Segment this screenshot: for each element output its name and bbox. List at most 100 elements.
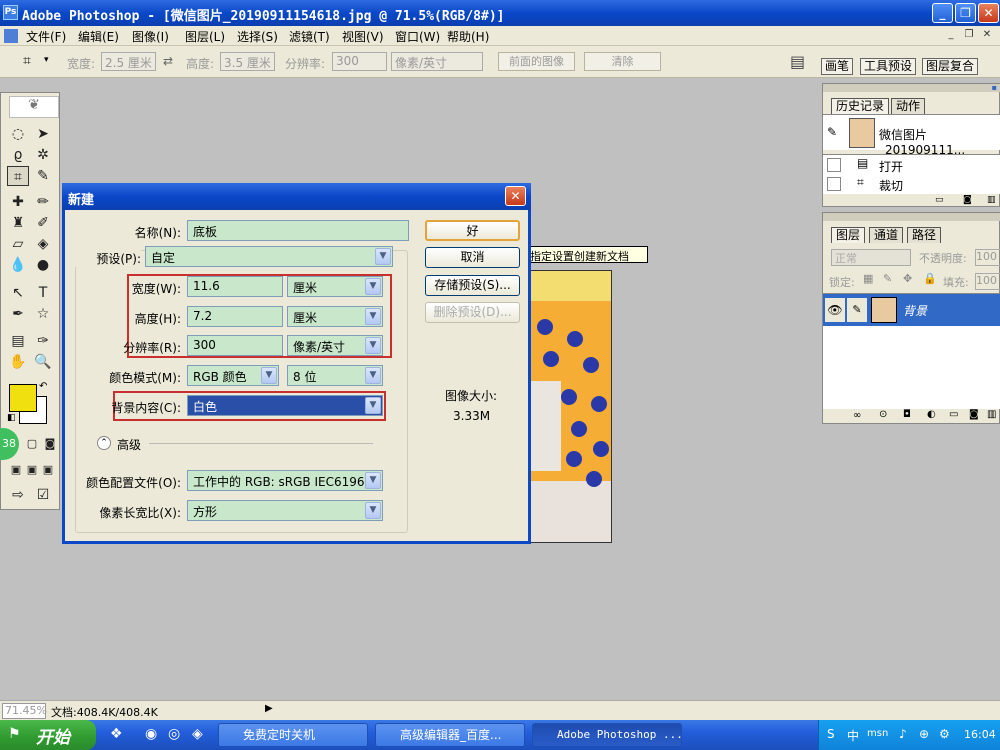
- menu-help[interactable]: 帮助(H): [447, 28, 489, 45]
- ime-icon[interactable]: S: [827, 727, 835, 741]
- status-menu-arrow-icon[interactable]: ▶: [265, 703, 273, 714]
- palette-well-brushes[interactable]: 画笔: [821, 58, 854, 75]
- cancel-button[interactable]: 取消: [425, 247, 520, 268]
- menu-filter[interactable]: 滤镜(T): [289, 28, 330, 45]
- quick-mask-icon[interactable]: ◙: [39, 434, 61, 454]
- brush-link-icon[interactable]: ✎: [847, 298, 867, 322]
- tab-actions[interactable]: 动作: [891, 98, 926, 114]
- doc-minimize-button[interactable]: _: [944, 29, 958, 42]
- app-icon[interactable]: ◈: [192, 726, 203, 742]
- brush-tool-icon[interactable]: ✏: [32, 192, 54, 212]
- clear-button[interactable]: 清除: [584, 52, 661, 71]
- advanced-toggle-icon[interactable]: ⌃: [97, 436, 111, 450]
- width-unit-select[interactable]: 厘米 ▼: [287, 276, 383, 297]
- restore-button[interactable]: ❐: [955, 3, 976, 23]
- width-field[interactable]: 11.6: [187, 276, 283, 297]
- quick-launch-icon[interactable]: ❖: [110, 726, 123, 742]
- task-photoshop[interactable]: Adobe Photoshop ...: [532, 723, 682, 747]
- photoshop-app-icon[interactable]: Ps: [3, 5, 18, 20]
- crop-tool-preset-icon[interactable]: ⌗: [16, 51, 38, 71]
- network-icon[interactable]: ⊕: [919, 727, 929, 741]
- doc-restore-button[interactable]: ❐: [962, 29, 976, 42]
- menu-edit[interactable]: 编辑(E): [78, 28, 119, 45]
- preset-select[interactable]: 自定 ▼: [145, 246, 393, 267]
- zoom-field[interactable]: 71.45%: [2, 703, 47, 719]
- feather-logo-icon[interactable]: ❦: [9, 96, 59, 118]
- color-profile-select[interactable]: 工作中的 RGB: sRGB IEC6196... ▼: [187, 470, 383, 491]
- jump-to-imageready-icon[interactable]: ⇨: [7, 485, 29, 505]
- ime-mode[interactable]: 中: [847, 727, 859, 744]
- panel-collapse-icon[interactable]: ▪: [992, 83, 997, 92]
- lasso-tool-icon[interactable]: ϱ: [7, 145, 29, 165]
- save-preset-button[interactable]: 存储预设(S)...: [425, 275, 520, 296]
- edit-in-imageready-icon[interactable]: ☑: [32, 485, 54, 505]
- pixel-aspect-select[interactable]: 方形 ▼: [187, 500, 383, 521]
- menu-view[interactable]: 视图(V): [342, 28, 384, 45]
- minimize-button[interactable]: _: [932, 3, 953, 23]
- height-field[interactable]: 7.2: [187, 306, 283, 327]
- lock-all-icon[interactable]: 🔒: [923, 272, 937, 285]
- screen-mode-full-icon[interactable]: ▣: [37, 460, 59, 480]
- height-unit-select[interactable]: 厘米 ▼: [287, 306, 383, 327]
- adjustment-layer-icon[interactable]: ◐: [927, 409, 936, 420]
- crop-resolution-field[interactable]: 300: [332, 52, 387, 71]
- resolution-unit-select[interactable]: 像素/英寸 ▼: [287, 335, 383, 356]
- ok-button[interactable]: 好: [425, 220, 520, 241]
- doc-close-button[interactable]: ✕: [980, 29, 994, 42]
- snapshot-label[interactable]: 微信图片_201909111...: [879, 126, 1000, 157]
- path-select-icon[interactable]: ↖: [7, 283, 29, 303]
- healing-brush-icon[interactable]: ✚: [7, 192, 29, 212]
- new-document-from-state-icon[interactable]: ▭: [935, 195, 944, 205]
- file-browser-icon[interactable]: ▤: [790, 52, 805, 71]
- advanced-label[interactable]: 高级: [117, 436, 141, 453]
- task-baidu-editor[interactable]: 高级编辑器_百度...: [375, 723, 525, 747]
- palette-well-layer-comps[interactable]: 图层复合: [922, 58, 979, 75]
- history-brush-source-icon[interactable]: ✎: [827, 125, 837, 139]
- resolution-field[interactable]: 300: [187, 335, 283, 356]
- hand-tool-icon[interactable]: ✋: [7, 352, 29, 372]
- new-group-icon[interactable]: ▭: [949, 409, 958, 420]
- clone-stamp-icon[interactable]: ♜: [7, 213, 29, 233]
- link-layers-icon[interactable]: ∞: [853, 410, 861, 421]
- resolution-unit-select[interactable]: 像素/英寸: [391, 52, 483, 71]
- swap-icon[interactable]: ⇄: [163, 54, 173, 68]
- paint-bucket-icon[interactable]: ◈: [32, 234, 54, 254]
- chrome-icon[interactable]: ◎: [168, 726, 180, 742]
- chevron-down-icon[interactable]: ▾: [44, 55, 49, 65]
- palette-well-tool-presets[interactable]: 工具预设: [860, 58, 917, 75]
- eraser-tool-icon[interactable]: ▱: [7, 234, 29, 254]
- security-icon[interactable]: ⚙: [939, 727, 950, 741]
- eyedropper-icon[interactable]: ✑: [32, 331, 54, 351]
- delete-layer-icon[interactable]: ▥: [987, 409, 996, 420]
- slice-tool-icon[interactable]: ✎: [32, 166, 54, 186]
- tab-channels[interactable]: 通道: [869, 227, 904, 243]
- layer-mask-icon[interactable]: ◘: [903, 409, 911, 420]
- blur-tool-icon[interactable]: 💧: [7, 255, 29, 275]
- blend-mode-select[interactable]: 正常: [831, 249, 911, 266]
- layer-name[interactable]: 背景: [903, 302, 927, 319]
- browser-icon[interactable]: ◉: [145, 726, 157, 742]
- volume-icon[interactable]: ♪: [899, 727, 907, 741]
- dodge-tool-icon[interactable]: ●: [32, 255, 54, 275]
- lock-image-icon[interactable]: ✎: [883, 272, 892, 285]
- menu-file[interactable]: 文件(F): [26, 28, 66, 45]
- start-button[interactable]: ⚑ 开始: [0, 720, 96, 750]
- tray-msn[interactable]: msn: [867, 728, 888, 739]
- tab-history[interactable]: 历史记录: [831, 98, 890, 114]
- menu-window[interactable]: 窗口(W): [395, 28, 440, 45]
- marquee-tool-icon[interactable]: ◌: [7, 124, 29, 144]
- crop-height-field[interactable]: 3.5 厘米: [220, 52, 275, 71]
- document-canvas[interactable]: [530, 270, 612, 543]
- color-mode-select[interactable]: RGB 颜色 ▼: [187, 365, 279, 386]
- layer-style-icon[interactable]: ⊙: [879, 409, 887, 420]
- history-item-crop[interactable]: 裁切: [879, 177, 903, 194]
- zoom-tool-icon[interactable]: 🔍: [32, 352, 54, 372]
- opacity-field[interactable]: 100: [975, 249, 1000, 266]
- task-shutdown-timer[interactable]: 免费定时关机: [218, 723, 368, 747]
- history-item-open[interactable]: 打开: [879, 158, 903, 175]
- menu-select[interactable]: 选择(S): [237, 28, 278, 45]
- crop-tool-icon[interactable]: ⌗: [7, 166, 29, 186]
- lock-position-icon[interactable]: ✥: [903, 272, 912, 285]
- magic-wand-icon[interactable]: ✲: [32, 145, 54, 165]
- dialog-close-button[interactable]: ✕: [505, 186, 526, 206]
